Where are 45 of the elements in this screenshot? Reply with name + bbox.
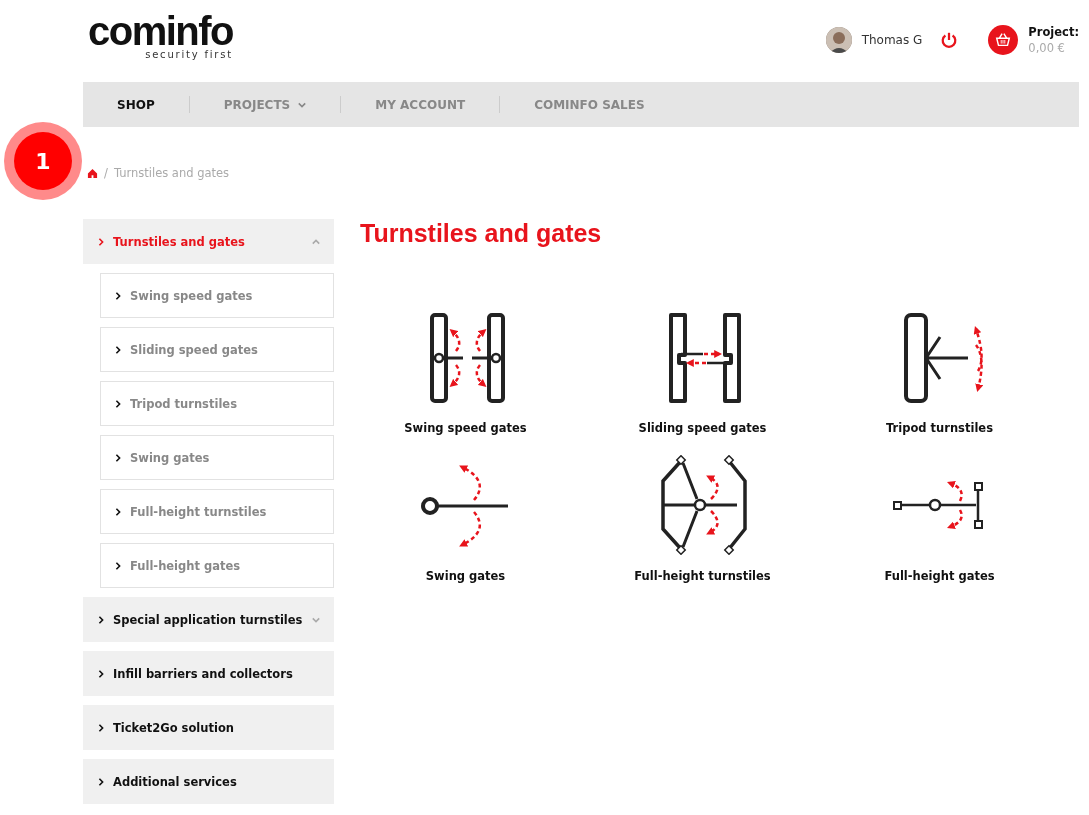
user-name[interactable]: Thomas G (861, 33, 923, 47)
chevron-icon (312, 615, 320, 624)
logo[interactable]: cominfo (87, 12, 233, 50)
subcategory-item[interactable]: Full-height gates (100, 543, 334, 588)
chevron-icon (97, 723, 105, 732)
basket-button[interactable] (988, 25, 1019, 55)
chevron-icon (114, 291, 122, 300)
step-badge: 1 (4, 122, 82, 200)
project-label: Project: (1028, 24, 1079, 40)
category-item[interactable]: Additional services (83, 759, 334, 804)
avatar[interactable] (825, 27, 852, 53)
nav-tab[interactable]: SHOP (83, 96, 190, 113)
category-item[interactable]: Infill barriers and collectors (83, 651, 334, 696)
breadcrumb-separator: / (104, 166, 108, 180)
product-label[interactable]: Swing speed gates (404, 421, 527, 435)
chevron-icon (312, 237, 320, 246)
category-item[interactable]: Turnstiles and gates (83, 219, 334, 264)
subcategory-item[interactable]: Swing speed gates (100, 273, 334, 318)
power-icon[interactable] (940, 31, 959, 49)
basket-icon (994, 31, 1013, 49)
chevron-icon (114, 399, 122, 408)
subcategory-item[interactable]: Swing gates (100, 435, 334, 480)
chevron-icon (114, 453, 122, 462)
chevron-icon (97, 237, 105, 246)
category-item[interactable]: Ticket2Go solution (83, 705, 334, 750)
subcategory-item[interactable]: Full-height turnstiles (100, 489, 334, 534)
project-amount: 0,00 € (1028, 40, 1066, 56)
logo-tagline: security first (145, 50, 233, 60)
product-label[interactable]: Full-height gates (884, 569, 995, 583)
product-label[interactable]: Tripod turnstiles (886, 421, 993, 435)
chevron-icon (97, 777, 105, 786)
product-label[interactable]: Full-height turnstiles (634, 569, 771, 583)
product-label[interactable]: Sliding speed gates (638, 421, 767, 435)
subcategory-item[interactable]: Tripod turnstiles (100, 381, 334, 426)
chevron-icon (114, 561, 122, 570)
subcategory-item[interactable]: Sliding speed gates (100, 327, 334, 372)
page-title: Turnstiles and gates (360, 219, 603, 249)
chevron-icon (97, 669, 105, 678)
chevron-icon (114, 345, 122, 354)
chevron-icon (114, 507, 122, 516)
chevron-icon (298, 100, 307, 109)
category-item[interactable]: Special application turnstiles (83, 597, 334, 642)
chevron-icon (97, 615, 105, 624)
home-icon[interactable] (87, 167, 98, 179)
product-label[interactable]: Swing gates (425, 569, 506, 583)
